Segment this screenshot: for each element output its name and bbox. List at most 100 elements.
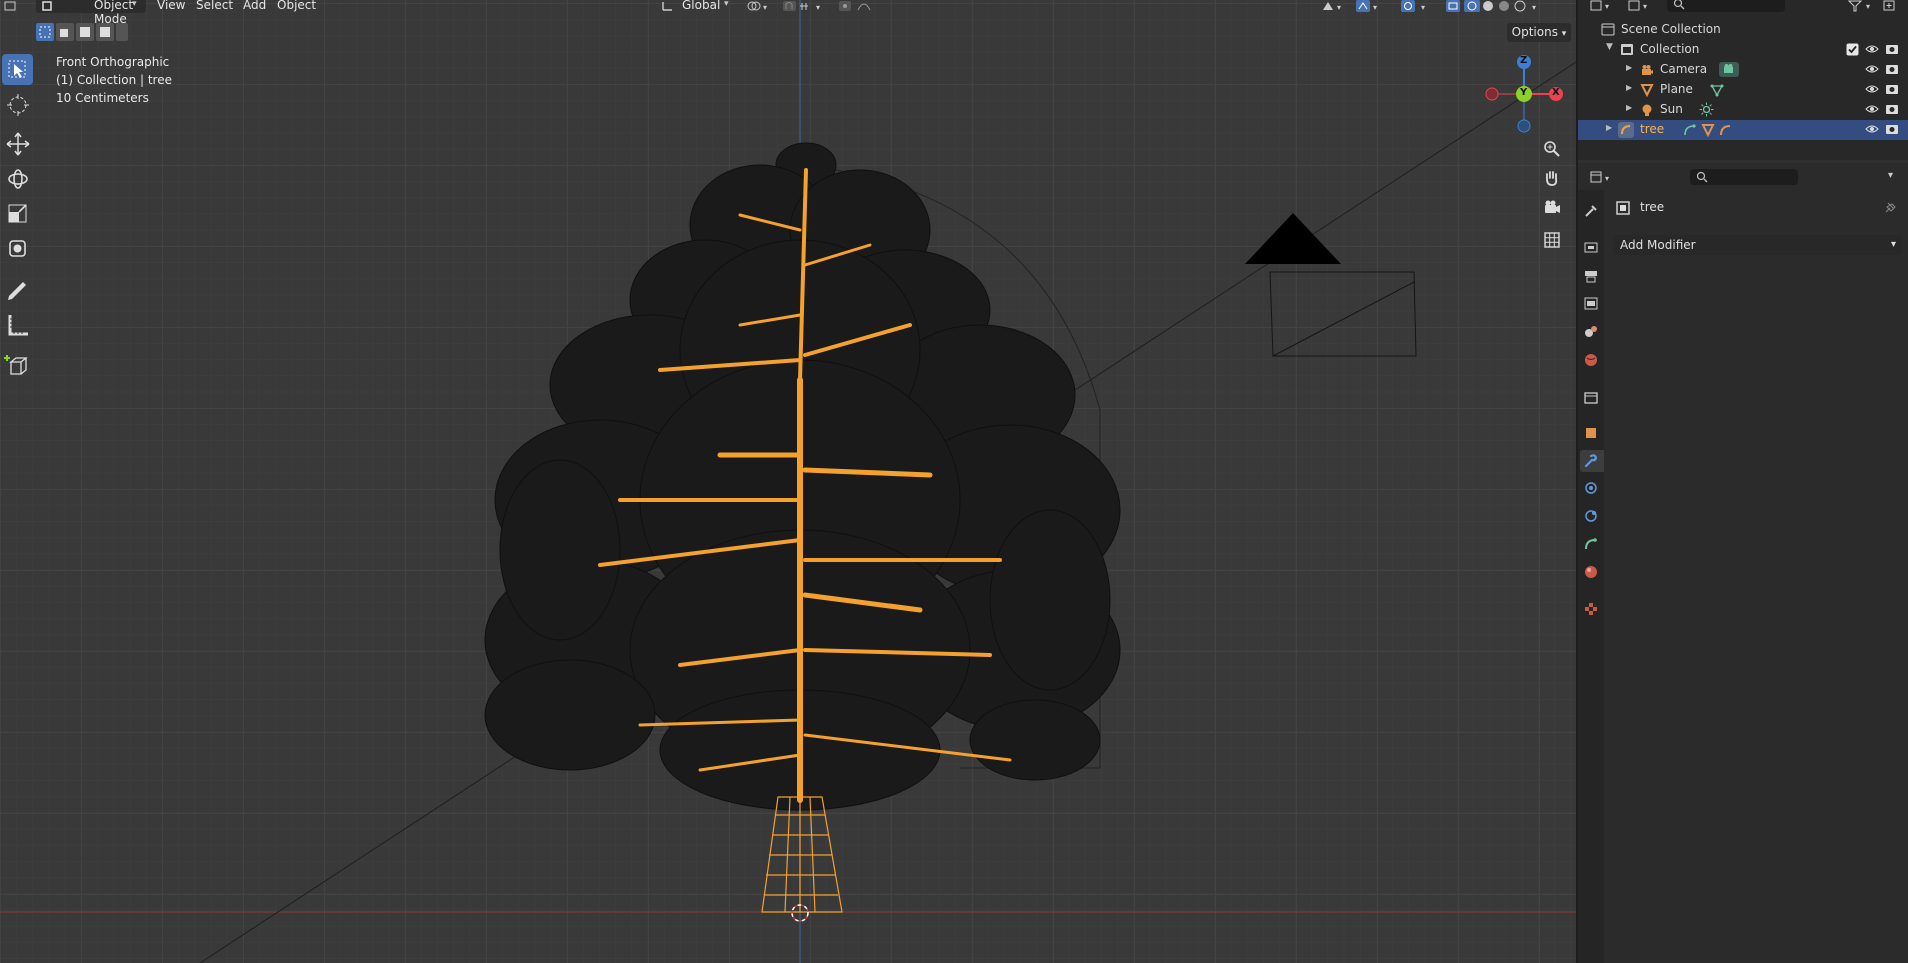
visibility-filter-icon[interactable]: ▾	[1321, 0, 1347, 12]
render-camera-icon[interactable]	[1885, 63, 1899, 75]
eye-icon[interactable]	[1865, 123, 1879, 135]
render-camera-icon[interactable]	[1885, 83, 1899, 95]
mesh-data-icon	[1710, 84, 1724, 97]
menu-object[interactable]: Object	[277, 0, 316, 12]
transform-orientation-selector[interactable]: Global ▾	[660, 0, 734, 13]
gizmo-y-label[interactable]: Y	[1520, 87, 1527, 98]
cursor-tool[interactable]	[2, 89, 33, 120]
add-cube-icon	[4, 355, 28, 375]
move-tool[interactable]	[2, 128, 33, 159]
annotate-tool[interactable]	[2, 274, 33, 305]
gizmo-x-label[interactable]: X	[1552, 87, 1560, 98]
svg-text:▾: ▾	[1643, 2, 1647, 11]
rotate-tool[interactable]	[2, 163, 33, 194]
scene-tab-icon[interactable]	[1583, 324, 1599, 340]
properties-editor-type-icon[interactable]: ▾	[1590, 170, 1620, 184]
curve-data-icon	[1684, 124, 1696, 136]
tree-label: tree	[1640, 122, 1665, 136]
output-tab-icon[interactable]	[1583, 268, 1599, 284]
world-tab-icon[interactable]	[1583, 352, 1599, 368]
mode-selector[interactable]: Object Mode ▾	[36, 0, 146, 26]
add-cube-tool[interactable]	[2, 350, 33, 381]
orientation-label: Global	[682, 0, 721, 12]
properties-search-input[interactable]	[1690, 169, 1798, 185]
gizmo-toggle-icon[interactable]: ▾	[1356, 0, 1382, 12]
shading-mode-icons[interactable]: ▾	[1464, 0, 1544, 12]
measure-tool[interactable]	[2, 309, 33, 340]
scene-drawing	[0, 0, 1576, 963]
particles-tab-icon[interactable]	[1583, 480, 1599, 496]
eye-icon[interactable]	[1865, 63, 1879, 75]
pin-icon[interactable]	[1883, 201, 1897, 215]
camera-view-icon[interactable]	[1543, 199, 1561, 217]
menu-select[interactable]: Select	[196, 0, 233, 12]
xray-toggle-icon[interactable]	[1446, 0, 1460, 12]
eye-icon[interactable]	[1865, 43, 1879, 55]
outliner-search-input[interactable]	[1667, 0, 1785, 12]
editor-type-icon[interactable]: ▾	[4, 0, 18, 12]
render-camera-icon[interactable]	[1885, 103, 1899, 115]
material-tab-icon[interactable]	[1583, 564, 1599, 580]
scale-tool[interactable]	[2, 198, 33, 229]
outliner-row-sun[interactable]: ▶ Sun	[1578, 100, 1908, 120]
display-mode-icon[interactable]: ▾	[1628, 0, 1658, 12]
expand-arrow-icon[interactable]: ▼	[1606, 42, 1613, 52]
checkbox-icon[interactable]	[1846, 43, 1859, 56]
view-layer-tab-icon[interactable]	[1583, 296, 1599, 312]
orientation-icon	[662, 2, 672, 11]
expand-arrow-icon[interactable]: ▶	[1626, 83, 1632, 92]
eye-icon[interactable]	[1865, 83, 1879, 95]
expand-arrow-icon[interactable]: ▶	[1606, 123, 1612, 132]
render-camera-icon[interactable]	[1885, 43, 1899, 55]
object-data-tab-icon[interactable]	[1583, 536, 1599, 552]
sun-data-icon	[1699, 102, 1714, 117]
gizmo-z-label[interactable]: Z	[1520, 55, 1527, 66]
outliner-row-tree[interactable]: ▶ tree	[1578, 120, 1908, 140]
collection-tab-icon[interactable]	[1583, 390, 1599, 406]
options-dropdown[interactable]: Options ▾	[1507, 23, 1571, 42]
add-modifier-dropdown[interactable]: Add Modifier ▾	[1614, 235, 1902, 255]
expand-arrow-icon[interactable]: ▶	[1626, 103, 1632, 112]
overlays-toggle-icon[interactable]: ▾	[1401, 0, 1431, 12]
svg-text:▾: ▾	[1605, 174, 1609, 183]
pencil-icon	[8, 282, 26, 300]
object-tab-icon[interactable]	[1583, 425, 1599, 441]
outliner-editor-type-icon[interactable]: ▾	[1590, 0, 1620, 12]
sun-label: Sun	[1660, 102, 1683, 116]
new-collection-icon[interactable]	[1882, 0, 1908, 12]
eye-icon[interactable]	[1865, 103, 1879, 115]
expand-arrow-icon[interactable]: ▶	[1626, 63, 1632, 72]
properties-panel	[1578, 163, 1908, 963]
zoom-icon[interactable]	[1543, 140, 1561, 158]
snapping-icon[interactable]: ▾	[782, 0, 832, 12]
object-icon	[1616, 201, 1630, 215]
modifier-tab-active[interactable]	[1580, 450, 1604, 472]
menu-add[interactable]: Add	[243, 0, 266, 12]
trunk-base	[761, 796, 843, 913]
grid-ortho-icon[interactable]	[1543, 231, 1561, 249]
proportional-edit-icon[interactable]	[838, 0, 882, 12]
render-camera-icon[interactable]	[1885, 123, 1899, 135]
filter-icon[interactable]: ▾	[1848, 0, 1878, 12]
transform-icon	[9, 240, 26, 257]
pan-hand-icon[interactable]	[1543, 169, 1561, 187]
transform-tool[interactable]	[2, 233, 33, 264]
select-mode-icons[interactable]	[36, 23, 128, 43]
outliner-row-camera[interactable]: ▶ Camera	[1578, 60, 1908, 80]
chevron-down-icon[interactable]: ▾	[1888, 170, 1893, 181]
3d-viewport[interactable]: Z Y X Front Orthographic (1) Collection …	[0, 0, 1576, 963]
menu-view[interactable]: View	[157, 0, 185, 12]
render-tab-icon[interactable]	[1583, 239, 1599, 255]
collection-label: Collection	[1640, 42, 1700, 56]
camera-label: Camera	[1660, 62, 1708, 76]
outliner-row-collection[interactable]: ▼ Collection	[1578, 40, 1908, 60]
physics-tab-icon[interactable]	[1583, 508, 1599, 524]
collection-info: (1) Collection | tree	[56, 73, 172, 87]
outliner-row-plane[interactable]: ▶ Plane	[1578, 80, 1908, 100]
view-name: Front Orthographic	[56, 55, 170, 69]
tool-tab-icon[interactable]	[1583, 203, 1599, 219]
texture-tab-icon[interactable]	[1583, 601, 1599, 617]
outliner-row-scene-collection[interactable]: Scene Collection	[1578, 20, 1908, 40]
select-box-tool[interactable]	[2, 54, 33, 85]
pivot-point-icon[interactable]: ▾	[746, 0, 772, 12]
